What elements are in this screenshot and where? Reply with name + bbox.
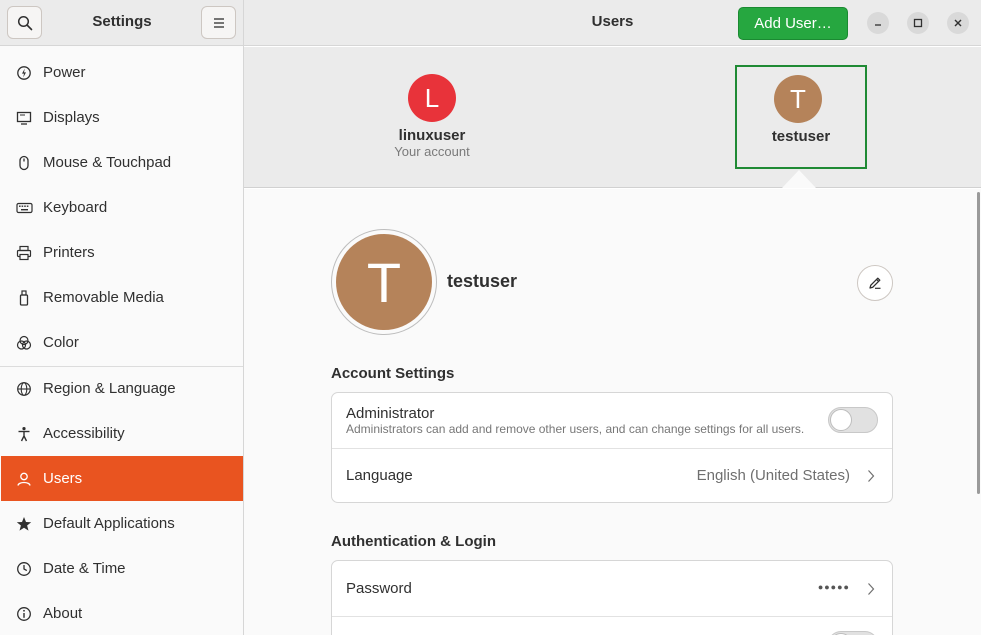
sidebar-item-default-applications[interactable]: Default Applications bbox=[1, 501, 243, 546]
administrator-label: Administrator bbox=[346, 405, 435, 422]
edit-name-button[interactable] bbox=[857, 265, 893, 301]
color-icon bbox=[15, 334, 33, 352]
sidebar-item-label: Region & Language bbox=[43, 380, 176, 397]
sidebar-item-region-language[interactable]: Region & Language bbox=[1, 366, 243, 411]
user-name: testuser bbox=[771, 128, 831, 145]
sidebar-item-date-time[interactable]: Date & Time bbox=[1, 546, 243, 591]
language-row[interactable]: Language English (United States) bbox=[332, 449, 892, 502]
search-button[interactable] bbox=[7, 6, 42, 39]
sidebar-item-users[interactable]: Users bbox=[1, 456, 243, 501]
menu-button[interactable] bbox=[201, 6, 236, 39]
toggle-knob bbox=[830, 409, 852, 431]
sidebar-item-label: Printers bbox=[43, 244, 95, 261]
minimize-icon bbox=[875, 24, 881, 26]
sidebar-title: Settings bbox=[92, 13, 152, 30]
pencil-icon bbox=[869, 277, 881, 289]
user-card-testuser[interactable]: T testuser bbox=[735, 65, 867, 169]
close-icon bbox=[954, 19, 962, 27]
selected-user-name: testuser bbox=[447, 271, 518, 291]
account-settings-list: Administrator Administrators can add and… bbox=[331, 392, 893, 503]
automatic-login-toggle[interactable] bbox=[828, 631, 878, 635]
user-icon bbox=[15, 470, 33, 488]
close-button[interactable] bbox=[947, 12, 969, 34]
info-icon bbox=[15, 605, 33, 623]
sidebar-item-label: Removable Media bbox=[43, 289, 164, 306]
keyboard-icon bbox=[15, 199, 33, 217]
administrator-toggle[interactable] bbox=[828, 407, 878, 433]
power-icon bbox=[15, 64, 33, 82]
chevron-right-icon bbox=[866, 468, 876, 484]
language-value: English (United States) bbox=[696, 467, 850, 484]
sidebar: Power Displays Mouse & Touchpad Keyboard… bbox=[0, 46, 244, 635]
user-carousel: L linuxuser Your account T testuser bbox=[244, 47, 981, 188]
sidebar-item-label: Accessibility bbox=[43, 425, 125, 442]
star-icon bbox=[15, 515, 33, 533]
sidebar-item-accessibility[interactable]: Accessibility bbox=[1, 411, 243, 456]
maximize-button[interactable] bbox=[907, 12, 929, 34]
administrator-description: Administrators can add and remove other … bbox=[346, 422, 805, 436]
sidebar-item-label: Mouse & Touchpad bbox=[43, 154, 172, 171]
sidebar-item-keyboard[interactable]: Keyboard bbox=[1, 185, 243, 230]
hamburger-menu-icon bbox=[213, 17, 224, 28]
scrollbar[interactable] bbox=[977, 192, 980, 494]
sidebar-item-label: Date & Time bbox=[43, 560, 126, 577]
mouse-icon bbox=[15, 154, 33, 172]
password-label: Password bbox=[346, 580, 412, 597]
globe-icon bbox=[15, 380, 33, 398]
automatic-login-row[interactable] bbox=[332, 617, 892, 635]
section-title-account-settings: Account Settings bbox=[331, 365, 455, 382]
sidebar-item-removable-media[interactable]: Removable Media bbox=[1, 275, 243, 320]
sidebar-header: Settings bbox=[0, 0, 244, 46]
sidebar-item-label: Users bbox=[43, 470, 83, 487]
sidebar-item-label: About bbox=[43, 605, 83, 622]
avatar: T bbox=[774, 75, 822, 123]
sidebar-item-label: Keyboard bbox=[43, 199, 108, 216]
add-user-button[interactable]: Add User… bbox=[738, 7, 848, 40]
clock-icon bbox=[15, 560, 33, 578]
accessibility-icon bbox=[15, 425, 33, 443]
display-icon bbox=[15, 109, 33, 127]
authentication-list: Password ●●●●● bbox=[331, 560, 893, 635]
sidebar-item-label: Power bbox=[43, 64, 86, 81]
sidebar-item-mouse-touchpad[interactable]: Mouse & Touchpad bbox=[1, 140, 243, 185]
user-subtitle: Your account bbox=[394, 144, 470, 159]
printer-icon bbox=[15, 244, 33, 262]
main-header: Users Add User… bbox=[244, 0, 981, 46]
sidebar-item-label: Default Applications bbox=[43, 515, 175, 532]
usb-drive-icon bbox=[15, 289, 33, 307]
chevron-right-icon bbox=[866, 581, 876, 597]
sidebar-item-color[interactable]: Color bbox=[1, 320, 243, 365]
sidebar-item-label: Color bbox=[43, 334, 79, 351]
selection-caret bbox=[782, 170, 816, 188]
minimize-button[interactable] bbox=[867, 12, 889, 34]
password-value: ●●●●● bbox=[817, 582, 850, 592]
sidebar-item-about[interactable]: About bbox=[1, 591, 243, 635]
user-name: linuxuser bbox=[398, 127, 466, 144]
avatar: L bbox=[408, 74, 456, 122]
sidebar-item-label: Displays bbox=[43, 109, 100, 126]
section-title-authentication-login: Authentication & Login bbox=[331, 533, 496, 550]
sidebar-item-displays[interactable]: Displays bbox=[1, 95, 243, 140]
language-label: Language bbox=[346, 467, 413, 484]
search-icon bbox=[17, 15, 32, 30]
sidebar-item-power[interactable]: Power bbox=[1, 50, 243, 95]
user-avatar-large[interactable]: T bbox=[336, 234, 432, 330]
maximize-icon bbox=[913, 18, 923, 28]
password-row[interactable]: Password ●●●●● bbox=[332, 561, 892, 616]
sidebar-item-printers[interactable]: Printers bbox=[1, 230, 243, 275]
administrator-row[interactable]: Administrator Administrators can add and… bbox=[332, 393, 892, 448]
